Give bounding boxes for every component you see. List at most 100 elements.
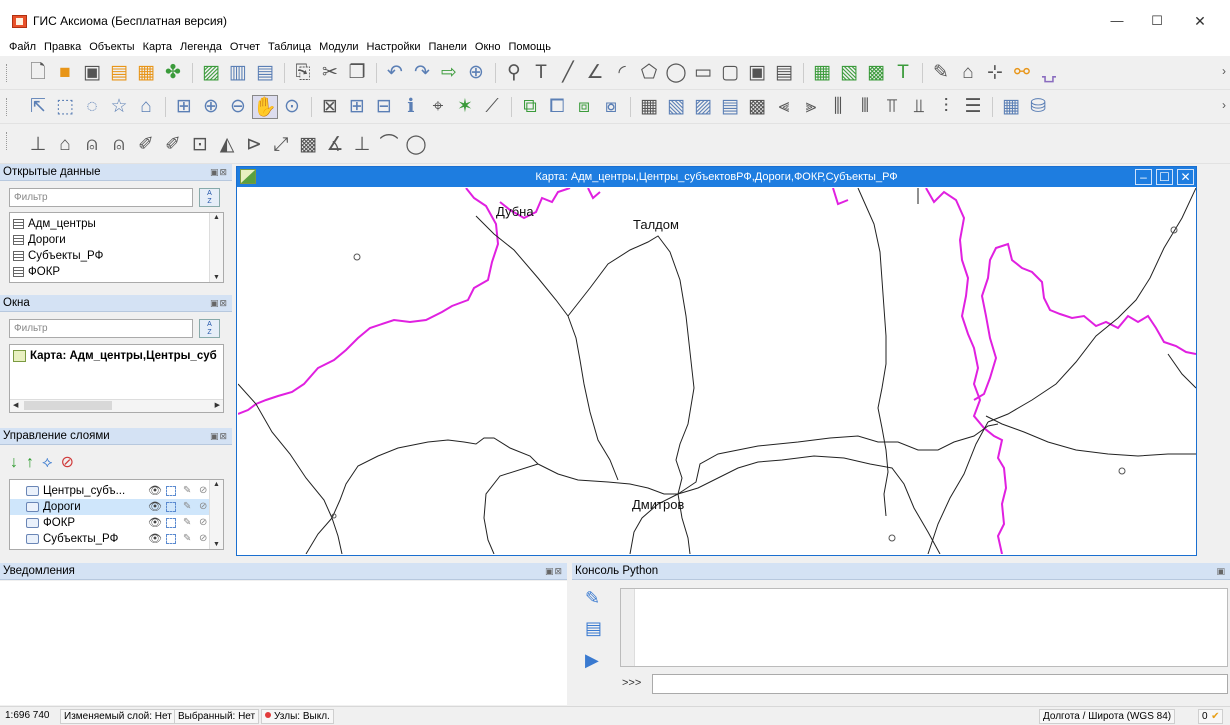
menu-window[interactable]: Окно <box>475 40 501 56</box>
add-node-icon[interactable]: ⊹ <box>982 61 1008 85</box>
editable-pencil-icon[interactable]: ✎ <box>183 499 191 515</box>
link-icon[interactable]: ⚯ <box>1009 61 1035 85</box>
stamp2-icon[interactable]: ⍝ <box>106 133 132 157</box>
visibility-eye-icon[interactable]: 👁 <box>148 515 162 531</box>
sort-az-icon[interactable]: AZ <box>199 188 220 207</box>
toolbar-grip[interactable] <box>6 132 9 150</box>
info-tool-icon[interactable]: ℹ <box>398 95 424 119</box>
toolbar-grip[interactable] <box>6 98 9 116</box>
toolbar-more-icon[interactable]: › <box>1222 98 1226 112</box>
base-line-icon[interactable]: ⊥ <box>349 133 375 157</box>
menu-file[interactable]: Файл <box>9 40 36 56</box>
menu-objects[interactable]: Объекты <box>89 40 134 56</box>
menu-edit[interactable]: Правка <box>44 40 81 56</box>
rectangle-tool-icon[interactable]: ▭ <box>690 61 716 85</box>
arc-tool-icon[interactable]: ◜ <box>609 61 635 85</box>
editable-pencil-icon[interactable]: ✎ <box>183 515 191 531</box>
grid-icon[interactable]: ▦ <box>636 95 662 119</box>
select-polygon-icon[interactable]: ☆ <box>106 95 132 119</box>
union-icon[interactable]: ⧠ <box>544 95 570 119</box>
zoom-view-icon[interactable]: ⊙ <box>279 95 305 119</box>
redo-icon[interactable]: ↷ <box>409 61 435 85</box>
windows-filter-input[interactable]: Фильтр <box>9 319 193 338</box>
panel-float-close-icon[interactable]: ▣⊠ <box>545 563 563 580</box>
coords-system-selector[interactable]: Долгота / Широта (WGS 84) <box>1039 709 1176 724</box>
rounded-rect-tool-icon[interactable]: ▢ <box>717 61 743 85</box>
select-rect-icon[interactable]: ⬚ <box>52 95 78 119</box>
map-window-titlebar[interactable]: Карта: Адм_центры,Центры_субъектовРФ,Дор… <box>237 167 1196 187</box>
perpendicular-icon[interactable]: ⊥ <box>25 133 51 157</box>
list-item[interactable]: ФОКР <box>10 264 223 280</box>
layer-row[interactable]: Субъекты_РФ 👁 ✎ ⊘ <box>10 531 223 547</box>
cut-icon[interactable]: ✂ <box>317 61 343 85</box>
move-layer-down-icon[interactable]: ↓ <box>10 454 26 471</box>
copy-icon[interactable]: ❐ <box>344 61 370 85</box>
save-icon[interactable]: ▣ <box>79 61 105 85</box>
run-script-icon[interactable]: ▶ <box>585 650 599 671</box>
close-button[interactable]: ✕ <box>1180 10 1220 32</box>
menu-modules[interactable]: Модули <box>319 40 358 56</box>
map-close-button[interactable]: ✕ <box>1177 169 1194 185</box>
maximize-button[interactable]: ☐ <box>1137 10 1177 32</box>
angle-icon[interactable]: ∡ <box>322 133 348 157</box>
overlay-icon[interactable]: ▨ <box>690 95 716 119</box>
grid-snap-icon[interactable]: ▩ <box>295 133 321 157</box>
edit-layer-status[interactable]: Изменяемый слой: Нет <box>60 709 176 724</box>
open-data-scrollbar[interactable]: ▲ ▼ <box>209 213 223 282</box>
nodes-status[interactable]: Узлы: Выкл. <box>261 709 334 724</box>
snap-icon[interactable]: ⍽ <box>1036 61 1062 85</box>
map-minimize-button[interactable]: – <box>1135 169 1152 185</box>
combine-icon[interactable]: ⧉ <box>517 95 543 119</box>
new-table-icon[interactable]: ▥ <box>225 61 251 85</box>
erase-icon[interactable]: ▩ <box>744 95 770 119</box>
labels-tag-icon[interactable]: ⊘ <box>199 515 207 531</box>
open-workspace-icon[interactable]: ▤ <box>106 61 132 85</box>
legend-frame-icon[interactable]: ▤ <box>771 61 797 85</box>
select-all-icon[interactable]: ⊟ <box>371 95 397 119</box>
move-layer-up-icon[interactable]: ↑ <box>26 454 42 471</box>
add-layer-icon[interactable]: ⟡ <box>42 454 61 471</box>
layer-row-selected[interactable]: Дороги 👁 ✎ ⊘ <box>10 499 223 515</box>
house-shape-icon[interactable]: ⌂ <box>955 61 981 85</box>
selectable-icon[interactable] <box>166 486 176 496</box>
layer-style-icon[interactable]: ▩ <box>863 61 889 85</box>
polygon-tool-icon[interactable]: ⬠ <box>636 61 662 85</box>
list-item[interactable]: Субъекты_РФ <box>10 248 223 264</box>
export-icon[interactable]: ⇨ <box>436 61 462 85</box>
snap-angle-icon[interactable]: ⤢ <box>268 133 294 157</box>
windows-hscrollbar[interactable]: ◀ ▶ <box>10 399 223 412</box>
list-item[interactable]: Дороги <box>10 232 223 248</box>
minimize-button[interactable]: — <box>1097 10 1137 32</box>
intersect-icon[interactable]: ⧈ <box>571 95 597 119</box>
open-data-icon[interactable]: ▦ <box>133 61 159 85</box>
sort-az-icon[interactable]: AZ <box>199 319 220 338</box>
list-item[interactable]: Адм_центры <box>10 216 223 232</box>
visibility-eye-icon[interactable]: 👁 <box>148 499 162 515</box>
map-window-item[interactable]: Карта: Адм_центры,Центры_суб <box>10 348 223 364</box>
label-layer-icon[interactable]: T <box>890 61 916 85</box>
layer-row[interactable]: Центры_субъ... 👁 ✎ ⊘ <box>10 483 223 499</box>
selectable-icon[interactable] <box>166 518 176 528</box>
open-data-filter-input[interactable]: Фильтр <box>9 188 193 207</box>
layer-row[interactable]: ФОКР 👁 ✎ ⊘ <box>10 515 223 531</box>
split-icon[interactable]: ⧇ <box>598 95 624 119</box>
console-input[interactable] <box>652 674 1228 694</box>
brush2-icon[interactable]: ✐ <box>160 133 186 157</box>
align-right-icon[interactable]: ⫸ <box>798 95 824 119</box>
toolbar-grip[interactable] <box>6 64 9 82</box>
clear-console-icon[interactable]: ✎ <box>585 588 600 609</box>
polyline-tool-icon[interactable]: ∠ <box>582 61 608 85</box>
web-service-icon[interactable]: ⊕ <box>463 61 489 85</box>
shape-outline-icon[interactable]: ⌂ <box>52 133 78 157</box>
transform-icon[interactable]: ⊡ <box>187 133 213 157</box>
scale-readout[interactable]: 1:696 740 <box>2 709 53 724</box>
modules-icon[interactable]: ✤ <box>160 61 186 85</box>
tag-tool-icon[interactable]: ⌖ <box>425 95 451 119</box>
select-radius-icon[interactable]: ◌ <box>79 95 105 119</box>
menu-settings[interactable]: Настройки <box>367 40 421 56</box>
zoom-extent-icon[interactable]: ⊞ <box>171 95 197 119</box>
brush-icon[interactable]: ✐ <box>133 133 159 157</box>
align-left-icon[interactable]: ⫷ <box>771 95 797 119</box>
ruler-icon[interactable]: ⟋ <box>479 95 505 119</box>
frame-tool-icon[interactable]: ▣ <box>744 61 770 85</box>
